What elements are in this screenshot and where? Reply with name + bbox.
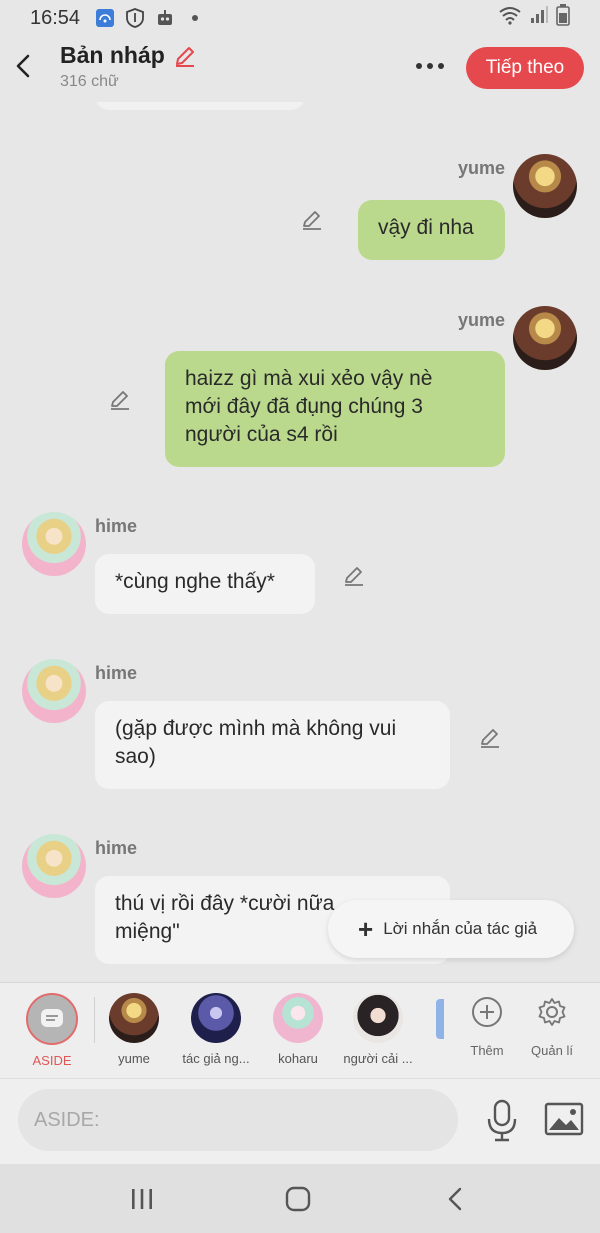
avatar [109,993,159,1043]
gear-icon [538,998,566,1026]
character-label: yume [118,1051,150,1066]
battery-icon [556,4,570,32]
aside-label: ASIDE [32,1053,72,1068]
wifi-calling-icon [94,7,116,29]
avatar-hime[interactable] [22,659,86,723]
manage-button[interactable]: Quản lí [522,995,582,1058]
message-bubble[interactable]: *cùng nghe thấy* [95,554,315,614]
avatar-yume[interactable] [513,154,577,218]
sender-name: hime [95,838,138,858]
wifi-icon [498,5,522,31]
sender-name: hime [95,516,138,536]
chat-bubble-icon [41,1009,63,1027]
character-nguoi-cai[interactable]: người cải ... [336,993,420,1066]
more-dot-icon [416,63,422,69]
character-yume[interactable]: yume [92,993,176,1066]
next-button[interactable]: Tiếp theo [466,47,584,89]
message-input[interactable] [18,1089,458,1151]
character-author[interactable]: tác giả ng... [174,993,258,1066]
message-bubble[interactable]: haizz gì mà xui xẻo vậy nè mới đây đã đụ… [165,351,505,467]
sender-name: yume [458,158,506,178]
avatar [273,993,323,1043]
recent-apps-button[interactable] [127,1184,157,1214]
message-bubble[interactable]: vậy đi nha [358,200,505,260]
more-dot-icon [438,63,444,69]
system-nav-bar [0,1164,600,1233]
edit-message-icon[interactable] [300,208,324,232]
avatar [191,993,241,1043]
author-note-button[interactable]: + Lời nhắn của tác giả [328,900,574,958]
add-label: Thêm [470,1043,504,1058]
avatar-yume[interactable] [513,306,577,370]
draft-title[interactable]: Bản nháp [60,42,197,69]
more-dot-icon [427,63,433,69]
character-partial[interactable] [436,999,444,1039]
character-bar: ASIDE yume tác giả ng... koharu người cả… [0,982,600,1078]
edit-message-icon[interactable] [108,388,132,412]
home-button[interactable] [283,1184,313,1214]
sender-name: hime [95,663,138,683]
home-icon [285,1186,311,1212]
title-block: Bản nháp 316 chữ [60,42,197,91]
recent-apps-icon [132,1189,152,1209]
avatar-hime[interactable] [22,512,86,576]
character-koharu[interactable]: koharu [256,993,340,1066]
robot-icon [154,7,176,29]
author-note-label: Lời nhắn của tác giả [383,919,538,938]
more-options-button[interactable] [412,54,448,78]
page-title: Bản nháp [60,42,165,68]
chevron-left-icon [448,1187,462,1211]
plus-circle-icon [472,997,502,1027]
message-bubble-partial [95,102,305,110]
character-label: tác giả ng... [182,1051,250,1066]
add-character-button[interactable]: Thêm [457,995,517,1058]
signal-icon [530,6,548,30]
character-label: koharu [278,1051,318,1066]
microphone-icon[interactable] [484,1099,520,1143]
pencil-icon [175,46,194,67]
manage-label: Quản lí [531,1043,573,1058]
system-back-button[interactable] [440,1184,470,1214]
image-icon[interactable] [544,1101,584,1137]
edit-message-icon[interactable] [478,726,502,750]
avatar-hime[interactable] [22,834,86,898]
word-count: 316 chữ [60,73,119,90]
sender-name: yume [458,310,506,330]
character-label: người cải ... [343,1051,413,1066]
top-app-bar: Bản nháp 316 chữ Tiếp theo [0,36,600,102]
status-bar: 16:54 [0,0,600,36]
chat-area[interactable]: yume vậy đi nha yume haizz gì mà xui xẻo… [0,102,600,982]
shield-icon [124,7,146,29]
avatar [353,993,403,1043]
chevron-left-icon [16,54,30,78]
edit-message-icon[interactable] [342,564,366,588]
aside-button[interactable] [26,993,78,1045]
plus-icon: + [358,914,374,944]
back-button[interactable] [10,50,36,82]
status-time: 16:54 [30,6,81,29]
input-bar [0,1078,600,1164]
dot-icon [184,7,206,29]
message-bubble[interactable]: (gặp được mình mà không vui sao) [95,701,450,789]
